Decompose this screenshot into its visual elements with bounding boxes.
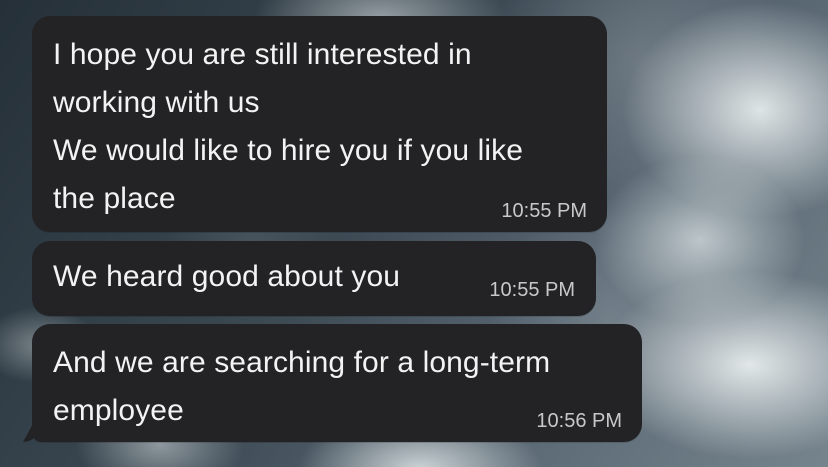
incoming-message-bubble[interactable]: And we are searching for a long-term emp…	[23, 324, 642, 442]
message-timestamp: 10:55 PM	[489, 279, 575, 301]
incoming-message-bubble[interactable]: We heard good about you 10:55 PM	[32, 241, 596, 316]
incoming-message-bubble[interactable]: I hope you are still interested in worki…	[32, 16, 607, 232]
message-timestamp: 10:56 PM	[536, 410, 622, 432]
message-timestamp: 10:55 PM	[501, 200, 587, 222]
message-text: I hope you are still interested in worki…	[53, 38, 524, 215]
